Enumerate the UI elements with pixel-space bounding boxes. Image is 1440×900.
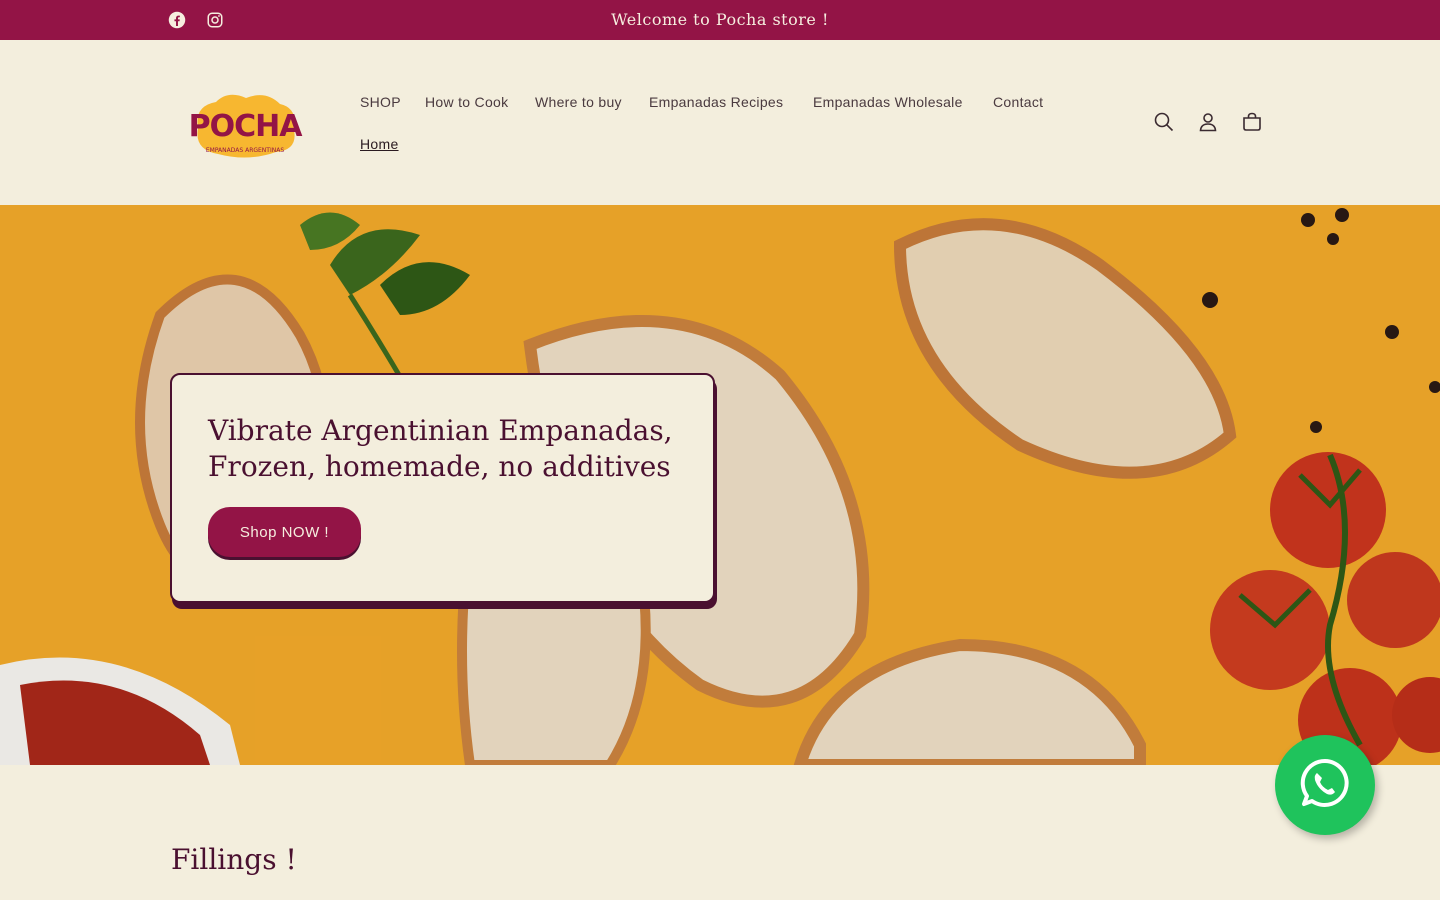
whatsapp-button[interactable] <box>1275 735 1375 835</box>
svg-text:EMPANADAS ARGENTINAS: EMPANADAS ARGENTINAS <box>206 147 284 154</box>
whatsapp-icon <box>1299 757 1351 814</box>
nav-empanadas-recipes[interactable]: Empanadas Recipes <box>649 94 783 110</box>
hero-banner: Vibrate Argentinian Empanadas, Frozen, h… <box>0 205 1440 765</box>
fillings-title: Fillings ! <box>171 843 297 876</box>
announcement-text: Welcome to Pocha store ! <box>611 10 829 29</box>
svg-text:POCHA: POCHA <box>189 109 303 144</box>
nav-where-to-buy[interactable]: Where to buy <box>535 94 622 110</box>
site-header: POCHA EMPANADAS ARGENTINAS SHOP How to C… <box>0 40 1440 205</box>
nav-how-to-cook[interactable]: How to Cook <box>425 94 508 110</box>
nav-empanadas-wholesale[interactable]: Empanadas Wholesale <box>813 94 963 110</box>
cart-icon[interactable] <box>1240 110 1264 134</box>
pocha-logo[interactable]: POCHA EMPANADAS ARGENTINAS <box>188 88 304 163</box>
announcement-bar: Welcome to Pocha store ! <box>0 0 1440 40</box>
nav-shop[interactable]: SHOP <box>360 94 401 110</box>
search-icon[interactable] <box>1152 110 1176 134</box>
nav-home[interactable]: Home <box>360 136 399 152</box>
nav-contact[interactable]: Contact <box>993 94 1043 110</box>
account-icon[interactable] <box>1196 110 1220 134</box>
hero-card: Vibrate Argentinian Empanadas, Frozen, h… <box>170 373 715 603</box>
hero-title: Vibrate Argentinian Empanadas, Frozen, h… <box>208 414 673 483</box>
shop-now-button[interactable]: Shop NOW ! <box>208 507 361 557</box>
